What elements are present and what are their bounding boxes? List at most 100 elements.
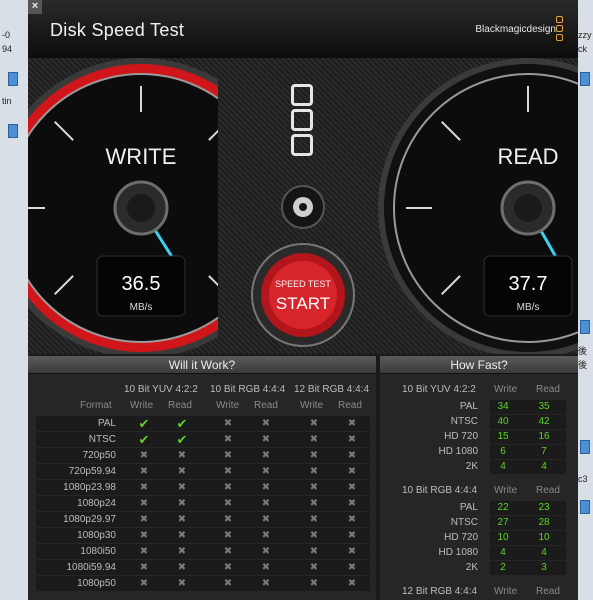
cross-icon: ✖ bbox=[261, 434, 271, 445]
format-label: HD 720 bbox=[444, 431, 478, 442]
will-it-work-group-header: 10 Bit RGB 4:4:4 bbox=[210, 384, 286, 395]
cross-icon: ✖ bbox=[223, 466, 233, 477]
format-label: 1080p23.98 bbox=[63, 482, 116, 493]
close-icon[interactable]: × bbox=[28, 0, 42, 14]
will-it-work-group-header: 10 Bit YUV 4:2:2 bbox=[124, 384, 198, 395]
cross-icon: ✖ bbox=[347, 498, 357, 509]
cross-icon: ✖ bbox=[223, 546, 233, 557]
format-label: 720p50 bbox=[82, 450, 116, 461]
will-it-work-subheader: Write bbox=[216, 400, 240, 411]
cross-icon: ✖ bbox=[347, 530, 357, 541]
how-fast-subheader: Write bbox=[494, 586, 518, 597]
gauge-unit: MB/s bbox=[130, 302, 153, 313]
format-label: 1080p29.97 bbox=[63, 514, 116, 525]
cross-icon: ✖ bbox=[347, 434, 357, 445]
cross-icon: ✖ bbox=[223, 418, 233, 429]
gauge-label: WRITE bbox=[106, 144, 177, 169]
cross-icon: ✖ bbox=[309, 450, 319, 461]
cross-icon: ✖ bbox=[309, 498, 319, 509]
gauge-panel: WRITE 36.5 MB/s READ 37.7 MB/s SPEED TEST ST… bbox=[28, 58, 578, 354]
start-button[interactable]: SPEED TEST START bbox=[250, 242, 356, 348]
cross-icon: ✖ bbox=[139, 450, 149, 461]
cross-icon: ✖ bbox=[223, 434, 233, 445]
cross-icon: ✖ bbox=[177, 578, 187, 589]
read-fps-value: 7 bbox=[541, 446, 547, 457]
format-label: 2K bbox=[465, 461, 478, 472]
read-fps-value: 28 bbox=[538, 517, 550, 528]
format-label: 1080p50 bbox=[77, 578, 116, 589]
format-label: 2K bbox=[465, 562, 478, 573]
will-it-work-panel: Will it Work? 10 Bit YUV 4:2:2 Write Read 1… bbox=[28, 356, 376, 600]
cross-icon: ✖ bbox=[309, 578, 319, 589]
cross-icon: ✖ bbox=[223, 450, 233, 461]
cross-icon: ✖ bbox=[177, 450, 187, 461]
cross-icon: ✖ bbox=[347, 482, 357, 493]
format-label: 1080i50 bbox=[80, 546, 116, 557]
how-fast-section-header: 12 Bit RGB 4:4:4 bbox=[402, 586, 478, 597]
desktop-file-icon[interactable] bbox=[580, 72, 590, 86]
will-it-work-subheader: Write bbox=[300, 400, 324, 411]
settings-gear-button[interactable] bbox=[280, 184, 326, 230]
cross-icon: ✖ bbox=[309, 514, 319, 525]
cross-icon: ✖ bbox=[139, 578, 149, 589]
read-fps-value: 4 bbox=[541, 461, 547, 472]
desktop-icon-label[interactable]: -0 bbox=[2, 30, 10, 40]
read-fps-value: 35 bbox=[538, 401, 550, 412]
format-label: HD 1080 bbox=[438, 446, 478, 457]
title-bar[interactable]: × Disk Speed Test Blackmagicdesign bbox=[28, 0, 578, 58]
desktop-file-icon[interactable] bbox=[580, 440, 590, 454]
desktop-icon-label[interactable]: ck bbox=[578, 44, 587, 54]
how-fast-section-header: 10 Bit RGB 4:4:4 bbox=[402, 485, 478, 496]
desktop-left-strip bbox=[0, 0, 28, 600]
cross-icon: ✖ bbox=[177, 514, 187, 525]
gauge-value: 37.7 bbox=[509, 273, 548, 295]
desktop-icon-label[interactable]: zzy bbox=[578, 30, 592, 40]
desktop-file-icon[interactable] bbox=[580, 500, 590, 514]
cross-icon: ✖ bbox=[347, 418, 357, 429]
how-fast-subheader: Read bbox=[536, 485, 560, 496]
write-fps-value: 6 bbox=[500, 446, 506, 457]
cross-icon: ✖ bbox=[177, 546, 187, 557]
format-label: 1080i59.94 bbox=[66, 562, 117, 573]
how-fast-subheader: Write bbox=[494, 485, 518, 496]
cross-icon: ✖ bbox=[177, 466, 187, 477]
desktop-file-icon[interactable] bbox=[8, 72, 18, 86]
cross-icon: ✖ bbox=[309, 546, 319, 557]
cross-icon: ✖ bbox=[139, 546, 149, 557]
write-fps-value: 15 bbox=[497, 431, 509, 442]
read-gauge: READ 37.7 MB/s bbox=[378, 58, 578, 354]
write-fps-value: 40 bbox=[497, 416, 509, 427]
write-gauge: WRITE 36.5 MB/s bbox=[28, 58, 218, 354]
how-fast-subheader: Write bbox=[494, 384, 518, 395]
cross-icon: ✖ bbox=[347, 514, 357, 525]
cross-icon: ✖ bbox=[347, 466, 357, 477]
format-label: PAL bbox=[459, 401, 478, 412]
read-fps-value: 16 bbox=[538, 431, 550, 442]
cross-icon: ✖ bbox=[261, 418, 271, 429]
desktop-file-icon[interactable] bbox=[8, 124, 18, 138]
format-label: 1080p30 bbox=[77, 530, 116, 541]
format-label: NTSC bbox=[450, 517, 478, 528]
brand-logo-icon bbox=[556, 16, 564, 44]
cross-icon: ✖ bbox=[309, 434, 319, 445]
read-fps-value: 4 bbox=[541, 547, 547, 558]
write-fps-value: 2 bbox=[500, 562, 506, 573]
write-fps-value: 4 bbox=[500, 461, 506, 472]
desktop-icon-label[interactable]: 後 bbox=[578, 346, 587, 356]
desktop-file-icon[interactable] bbox=[580, 320, 590, 334]
desktop-icon-label[interactable]: 後 bbox=[578, 360, 587, 370]
cross-icon: ✖ bbox=[177, 530, 187, 541]
will-it-work-subheader: Read bbox=[168, 400, 192, 411]
cross-icon: ✖ bbox=[261, 450, 271, 461]
write-fps-value: 10 bbox=[497, 532, 509, 543]
cross-icon: ✖ bbox=[139, 514, 149, 525]
cross-icon: ✖ bbox=[261, 514, 271, 525]
cross-icon: ✖ bbox=[309, 466, 319, 477]
desktop-icon-label[interactable]: c3 bbox=[578, 474, 588, 484]
will-it-work-subheader: Write bbox=[130, 400, 154, 411]
cross-icon: ✖ bbox=[261, 482, 271, 493]
settings-squares-icon[interactable] bbox=[291, 84, 315, 159]
desktop-icon-label[interactable]: tin bbox=[2, 96, 12, 106]
desktop-icon-label[interactable]: 94 bbox=[2, 44, 12, 54]
disk-speed-test-window: × Disk Speed Test Blackmagicdesign WRITE… bbox=[28, 0, 578, 600]
